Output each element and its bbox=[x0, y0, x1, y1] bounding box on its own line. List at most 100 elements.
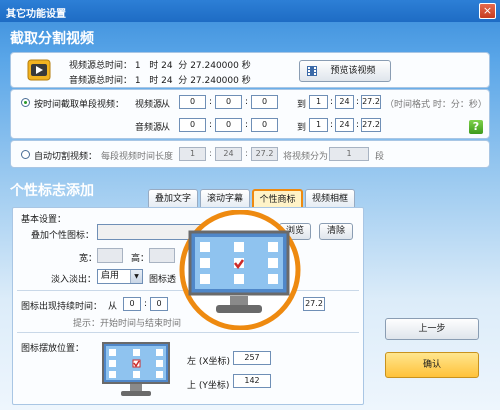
video-to-minute[interactable]: 24 bbox=[335, 95, 354, 109]
sep: : bbox=[356, 97, 360, 107]
position-label: 图标摆放位置： bbox=[21, 344, 85, 354]
appear-from-hour[interactable]: 0 bbox=[123, 297, 141, 311]
help-icon[interactable]: ? bbox=[469, 120, 483, 134]
top-y-input[interactable]: 142 bbox=[233, 374, 271, 388]
film-icon bbox=[307, 66, 317, 76]
clear-button[interactable]: 清除 bbox=[319, 223, 353, 240]
audio-total-minutes: 24 bbox=[161, 76, 173, 86]
preview-button-label: 预览该视频 bbox=[330, 66, 376, 76]
left-x-label: 左 (X坐标) bbox=[187, 357, 231, 367]
auto-split-panel: 自动切割视频： 每段视频时间长度 1 : 24 : 27.2 将视频分为 1 段 bbox=[10, 140, 490, 168]
magnified-logo-preview-icon bbox=[179, 210, 301, 330]
audio-to-second[interactable]: 27.2 bbox=[361, 118, 381, 132]
fade-select-value: 启用 bbox=[101, 271, 120, 281]
unit-minute: 分 bbox=[178, 61, 188, 71]
segment-hour[interactable]: 1 bbox=[179, 147, 206, 161]
appear-from-label: 从 bbox=[108, 302, 118, 312]
audio-source-label: 音频源 bbox=[135, 123, 163, 133]
sep: : bbox=[209, 97, 213, 107]
width-label: 宽： bbox=[79, 254, 98, 264]
unit-second: 秒 bbox=[241, 61, 251, 71]
tab-custom-logo[interactable]: 个性商标 bbox=[252, 189, 303, 208]
sep: : bbox=[356, 120, 360, 130]
tab-video-frame[interactable]: 视频相框 bbox=[305, 189, 355, 208]
overlay-icon-label: 叠加个性图标： bbox=[31, 231, 95, 241]
basic-settings-label: 基本设置： bbox=[21, 215, 67, 225]
top-y-label: 上 (Y坐标) bbox=[187, 381, 230, 391]
divider bbox=[17, 332, 359, 333]
video-total-seconds: 27.240000 bbox=[190, 61, 239, 71]
video-file-icon bbox=[27, 59, 51, 81]
section-title-split: 截取分割视频 bbox=[10, 31, 94, 47]
sep: : bbox=[245, 149, 249, 159]
segment-length-label: 每段视频时间长度 bbox=[101, 152, 174, 162]
close-button[interactable]: × bbox=[479, 3, 496, 19]
to-label: 到 bbox=[297, 100, 307, 110]
sep: : bbox=[209, 120, 213, 130]
fade-label: 淡入淡出： bbox=[51, 275, 97, 285]
height-input[interactable] bbox=[149, 248, 175, 263]
from-label: 从 bbox=[161, 123, 171, 133]
appear-hint: 提示：开始时间与结束时间 bbox=[73, 319, 182, 329]
video-total-minutes: 24 bbox=[161, 61, 173, 71]
split-unit: 段 bbox=[375, 152, 385, 162]
video-total-label: 视频源总时间： bbox=[69, 61, 133, 71]
video-to-second[interactable]: 27.2 bbox=[361, 95, 381, 109]
left-x-input[interactable]: 257 bbox=[233, 351, 271, 365]
video-total-row: 视频源总时间： 1 时 24 分 27.240000 秒 bbox=[69, 58, 251, 71]
sep: : bbox=[209, 149, 213, 159]
appear-from-minute[interactable]: 0 bbox=[150, 297, 168, 311]
sep: : bbox=[144, 299, 148, 309]
height-label: 高： bbox=[131, 254, 150, 264]
video-from-hour[interactable]: 0 bbox=[179, 95, 206, 109]
appear-duration-label: 图标出现持续时间： bbox=[21, 302, 103, 312]
sep: : bbox=[245, 120, 249, 130]
settings-window: 其它功能设置 × 截取分割视频 视频源总时间： 1 时 24 分 27.2400… bbox=[0, 0, 500, 410]
segment-minute[interactable]: 24 bbox=[215, 147, 242, 161]
preview-video-button[interactable]: 预览该视频 bbox=[299, 60, 391, 82]
width-input[interactable] bbox=[97, 248, 123, 263]
ok-button[interactable]: 确认 bbox=[385, 352, 479, 378]
video-total-hours: 1 bbox=[134, 61, 141, 71]
sep: : bbox=[330, 97, 334, 107]
video-from-second[interactable]: 0 bbox=[251, 95, 278, 109]
auto-split-radio[interactable] bbox=[21, 150, 30, 159]
time-format-hint: （时间格式 时：分：秒） bbox=[385, 100, 487, 110]
video-to-hour[interactable]: 1 bbox=[309, 95, 328, 109]
window-title: 其它功能设置 bbox=[6, 9, 66, 20]
audio-total-row: 音频源总时间： 1 时 24 分 27.240000 秒 bbox=[69, 73, 251, 86]
unit-hour: 时 bbox=[149, 61, 159, 71]
auto-split-label: 自动切割视频： bbox=[34, 152, 98, 162]
segment-second[interactable]: 27.2 bbox=[251, 147, 278, 161]
audio-total-seconds: 27.240000 bbox=[190, 76, 239, 86]
icon-transparency-label: 图标透 bbox=[149, 275, 177, 285]
tab-overlay-text[interactable]: 叠加文字 bbox=[148, 189, 198, 208]
appear-end-second[interactable]: 27.2 bbox=[303, 297, 325, 311]
audio-from-minute[interactable]: 0 bbox=[215, 118, 242, 132]
to-label: 到 bbox=[297, 123, 307, 133]
sep: : bbox=[245, 97, 249, 107]
time-split-radio[interactable] bbox=[21, 98, 30, 107]
audio-from-second[interactable]: 0 bbox=[251, 118, 278, 132]
unit-minute: 分 bbox=[178, 76, 188, 86]
prev-step-button[interactable]: 上一步 bbox=[385, 318, 479, 340]
split-into-label: 将视频分为 bbox=[283, 152, 329, 162]
audio-to-hour[interactable]: 1 bbox=[309, 118, 328, 132]
time-split-label: 按时间截取单段视频： bbox=[34, 100, 125, 110]
split-count[interactable]: 1 bbox=[329, 147, 369, 161]
sep: : bbox=[330, 120, 334, 130]
video-source-label: 视频源 bbox=[135, 100, 163, 110]
from-label: 从 bbox=[161, 100, 171, 110]
time-split-panel: 按时间截取单段视频： 视频源 从 0 : 0 : 0 到 1 : 24 : 27… bbox=[10, 89, 490, 139]
fade-select[interactable]: 启用 ▼ bbox=[97, 269, 143, 284]
unit-hour: 时 bbox=[149, 76, 159, 86]
unit-second: 秒 bbox=[241, 76, 251, 86]
audio-to-minute[interactable]: 24 bbox=[335, 118, 354, 132]
title-bar: 其它功能设置 bbox=[0, 0, 500, 22]
audio-from-hour[interactable]: 0 bbox=[179, 118, 206, 132]
audio-total-hours: 1 bbox=[134, 76, 141, 86]
audio-total-label: 音频源总时间： bbox=[69, 76, 133, 86]
video-from-minute[interactable]: 0 bbox=[215, 95, 242, 109]
chevron-down-icon: ▼ bbox=[130, 270, 142, 283]
tab-scroll-subtitle[interactable]: 滚动字幕 bbox=[200, 189, 250, 208]
